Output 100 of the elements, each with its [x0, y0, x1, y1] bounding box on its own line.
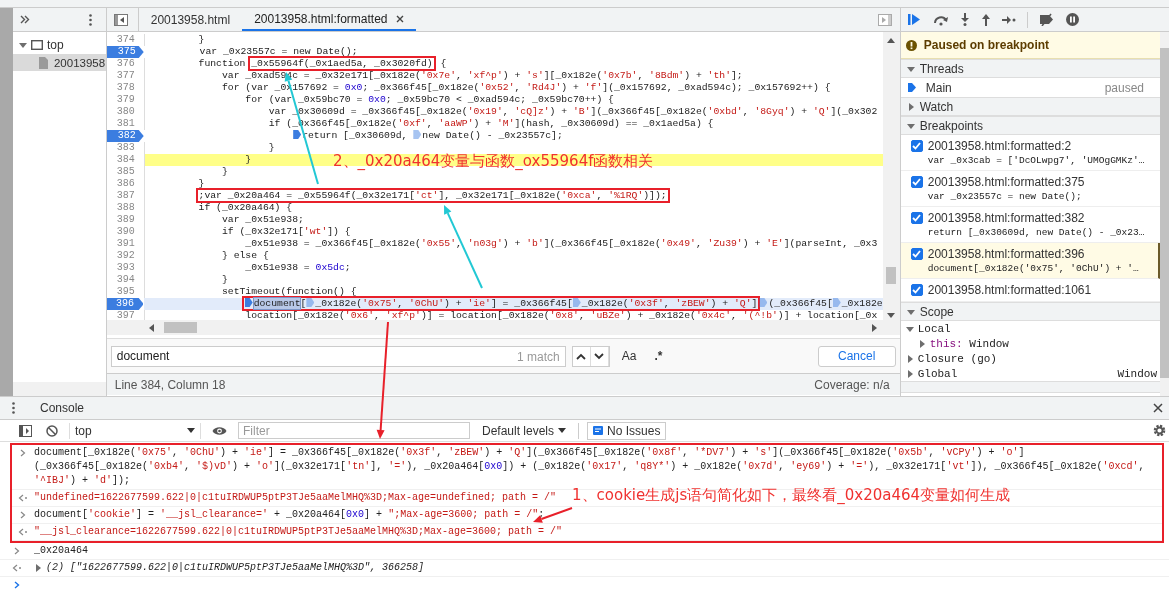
breakpoint-item[interactable]: 20013958.html:formatted:2 var _0x3cab = ['DcOLwpg7', 'UMOgGMKz'… [900, 135, 1160, 171]
scroll-down-icon[interactable] [887, 313, 896, 318]
line-number: 380 [106, 106, 145, 118]
more-options-icon[interactable] [88, 13, 92, 26]
scope-item[interactable]: this: Window [929, 337, 1009, 350]
paused-message: Paused on breakpoint [923, 38, 1050, 52]
expand-icon[interactable] [905, 369, 914, 378]
expand-icon[interactable] [18, 40, 27, 49]
checkbox[interactable] [910, 140, 923, 152]
checkbox[interactable] [910, 248, 923, 260]
breakpoint-item[interactable]: 20013958.html:formatted:375 var _0x23557c = new Date(); [900, 171, 1160, 207]
line-number: 387 [106, 190, 145, 202]
caret-icon [558, 428, 567, 433]
scrollbar-thumb[interactable] [886, 267, 897, 284]
message-icon [593, 425, 604, 436]
expand-icon[interactable] [906, 64, 915, 73]
issues-button[interactable]: No Issues [587, 421, 667, 440]
checkbox[interactable] [910, 176, 923, 188]
current-thread-icon [907, 83, 916, 92]
section-title[interactable]: Watch [919, 99, 954, 114]
code-text: function [198, 58, 247, 69]
checkbox[interactable] [910, 212, 923, 224]
regex-button[interactable]: .* [648, 349, 669, 363]
breakpoint-marker[interactable]: 396 [106, 298, 144, 310]
code-line: setTimeout(function() { [220, 286, 357, 297]
frame-icon [30, 39, 43, 50]
clear-console-icon[interactable] [43, 424, 61, 437]
expand-icon[interactable] [906, 121, 915, 130]
step-over-icon[interactable] [932, 13, 949, 26]
line-number: 376 [106, 58, 145, 70]
scrollbar-thumb[interactable] [163, 322, 197, 333]
checkbox[interactable] [910, 284, 923, 296]
console-command: _0x20a464 [34, 544, 88, 558]
cursor-position: Line 384, Column 18 [114, 377, 226, 392]
code-line: var _0x23557c = new Date(); [198, 46, 358, 57]
expand-icon[interactable] [905, 354, 914, 363]
breakpoint-location: 20013958.html:formatted:1061 [927, 283, 1092, 297]
annotation-text: 1、cookie生成js语句简化如下，最终看_0x20a464变量如何生成 [572, 486, 1011, 505]
console-tab[interactable]: Console [28, 397, 97, 419]
line-number: 377 [106, 70, 145, 82]
scroll-up-icon[interactable] [887, 38, 896, 43]
match-count: 1 match [517, 349, 560, 364]
breakpoint-location-icon[interactable] [293, 130, 302, 139]
sidebar-icon[interactable] [16, 424, 35, 437]
code-text: [ [300, 298, 307, 309]
section-title[interactable]: Breakpoints [919, 118, 984, 133]
section-title[interactable]: Scope [919, 304, 954, 319]
section-title[interactable]: Threads [919, 61, 964, 76]
file-item[interactable]: 20013958 [12, 54, 106, 71]
scroll-left-icon[interactable] [148, 323, 154, 332]
expand-icon[interactable] [906, 102, 915, 111]
code-text: new Date() - _0x23557c]; [422, 130, 563, 141]
scrollbar[interactable] [12, 382, 106, 396]
code-text: ;var _0x20a464 = _0x55964f(_0x32e171['ct'], _0x32e171[_0x182e('0xca', '%1RQ')]); [198, 190, 667, 201]
code-line: } [220, 274, 228, 285]
console-result: "undefined=1622677599.622|0|c1tuIRDWUP5ptP3TJe5aaMelMHQ%3D;Max-age=undefined; path = /" [34, 491, 557, 505]
line-number: 394 [106, 274, 145, 286]
expand-icon[interactable] [906, 307, 915, 316]
breakpoint-location-icon[interactable] [244, 298, 253, 307]
more-tabs-icon[interactable] [19, 15, 30, 24]
code-line: } [220, 166, 228, 177]
file-tab[interactable]: 20013958.html [138, 8, 243, 31]
code-line: } else { [220, 250, 269, 261]
cancel-button[interactable]: Cancel [817, 345, 896, 367]
console-result: "__jsl_clearance=1622677599.622|0|c1tuIRDWUP5ptP3TJe5aaMelMHQ%3D;Max-age=3600; path = /" [34, 525, 563, 539]
step-out-icon[interactable] [980, 13, 991, 26]
scrollbar-thumb[interactable] [1160, 48, 1169, 378]
levels-dropdown[interactable]: Default levels [478, 423, 571, 438]
line-number: 389 [106, 214, 145, 226]
breakpoint-location: 20013958.html:formatted:2 [927, 139, 1073, 153]
tree-item[interactable]: top [12, 36, 106, 53]
expand-icon[interactable] [917, 339, 926, 348]
step-icon[interactable] [1001, 14, 1016, 25]
close-icon[interactable] [395, 14, 404, 23]
context-select[interactable]: top [69, 422, 201, 439]
input-prompt-icon [20, 449, 26, 457]
breakpoint-code: var _0x3cab = ['DcOLwpg7', 'UMOgGMKz'… [927, 155, 1145, 166]
step-into-icon[interactable] [959, 13, 970, 26]
scope-item[interactable]: Closure (go) [917, 352, 997, 365]
line-number: 383 [106, 142, 145, 154]
breakpoint-code: var _0x23557c = new Date(); [927, 191, 1083, 202]
file-icon [38, 56, 48, 69]
scope-item[interactable]: Global [917, 367, 958, 380]
line-number: 384 [106, 154, 145, 166]
deactivate-breakpoints-icon[interactable] [1038, 13, 1055, 26]
breakpoint-marker[interactable]: 375 [106, 46, 145, 58]
resume-icon[interactable] [907, 13, 922, 26]
breakpoint-code: return [_0x30609d, new Date() - _0x23… [927, 227, 1145, 238]
code-text: _0x182e('0x3f', 'zBEW') + 'Q'] [581, 298, 758, 309]
breakpoint-item[interactable]: 20013958.html:formatted:396 document[_0x182e('0x75', '0ChU') + '… [900, 243, 1160, 279]
result-arrow-icon [18, 528, 28, 536]
breakpoint-marker[interactable]: 382 [106, 130, 145, 142]
match-case-button[interactable]: Aa [615, 349, 643, 363]
scope-item[interactable]: Local [917, 322, 951, 335]
filter-field[interactable]: Filter [238, 422, 470, 439]
thread-name[interactable]: Main [925, 80, 952, 95]
scroll-right-icon[interactable] [871, 323, 877, 332]
expand-icon[interactable] [905, 324, 914, 333]
scope-value: Window [1117, 367, 1157, 380]
pause-icon[interactable] [1065, 13, 1079, 26]
